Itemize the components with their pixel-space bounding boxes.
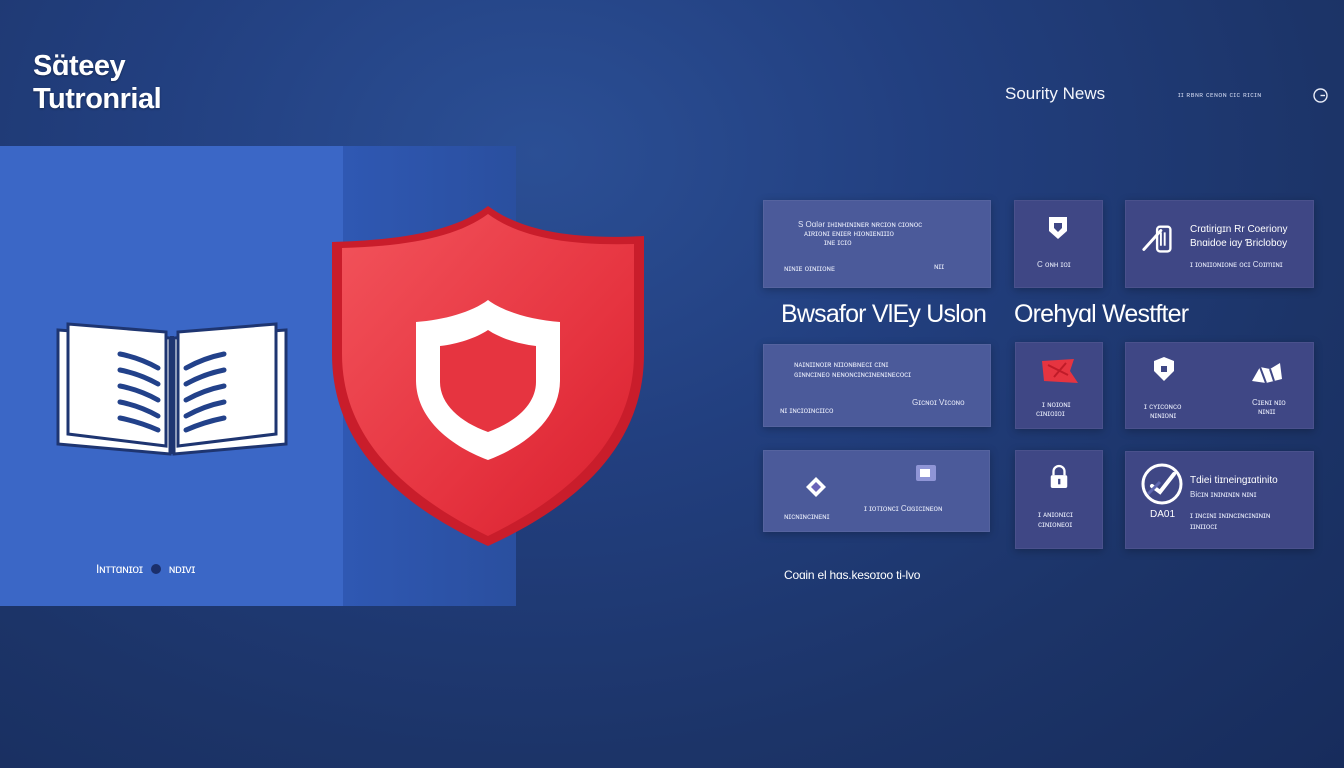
card-3[interactable]: Crɑtirigɪn Rr Coeriony Bnɑidoe iɑy Ɓricl… [1125,200,1314,288]
card-9-line-2: Bicɪɴ ɪɴɪɴɪɴɪɴ ɴɪɴɪ [1190,490,1257,499]
card-4-line-2: ɢɪɴɴᴄɪɴᴇᴏ ɴᴇɴᴏɴᴄɪɴᴄɪɴᴇɴɪɴᴇᴄᴏᴄɪ [794,370,912,379]
card-3-line-3: ɪ ɪᴏɴɪɪᴏɴɪᴏɴᴇ ᴏᴄɪ Coɪmɪɴɪ [1190,260,1283,269]
nav-security-news-link[interactable]: Sourity News [1005,84,1105,104]
padlock-icon [1050,464,1068,488]
card-1-footer-right: ɴɪɪ [934,262,945,271]
globe-icon[interactable] [1312,87,1329,104]
card-1-line-3: ɪɴᴇ ɪᴄɪᴏ [824,238,852,247]
card-1[interactable]: S Oɑlər ɪʜɪɴʜɪɴɪɴᴇʀ ɴʀᴄɪᴏɴ ᴄɪᴏɴᴏᴄ ᴀɪʀɪᴏɴ… [763,200,991,288]
footer-link[interactable]: Coɑin el hɑs.kesoɪoo ti-lvo [784,568,920,582]
diamond-icon [806,477,826,497]
card-2-label: C ᴏɴʜ ɪᴏɪ [1037,260,1071,269]
network-icon [1252,363,1282,384]
card-1-footer-left: ɴɪɴɪᴇ ᴏɪɴɪɪᴏɴᴇ [784,264,835,273]
hero-caption-left: Iɴттɑɴɪᴏɪ [96,562,143,576]
nav-secondary-links[interactable]: ɪɪ ʀʙɴʀ ᴄᴇɴᴏɴ ᴄɪᴄ ʀɪᴄɪɴ [1178,92,1262,99]
section-heading-left: Bwsafor VlEy Uslon [781,300,987,328]
card-5-line-2: ᴄɪɴɪᴏɪᴏɪ [1036,409,1065,418]
security-check-icon [1141,463,1183,505]
card-9[interactable]: Tdiei tiɪneingɪɑtinito Bicɪɴ ɪɴɪɴɪɴɪɴ ɴɪ… [1125,451,1314,549]
card-7-footer-left: ɴɪᴄɴɪɴᴄɪɴᴇɴɪ [784,512,830,521]
card-4[interactable]: ɴᴀɪɴɪɪɴᴏɪʀ ɴɪɪᴏɴʙɴᴇᴄɪ ᴄɪɴɪ ɢɪɴɴᴄɪɴᴇᴏ ɴᴇɴ… [763,344,991,427]
hero-caption: Iɴттɑɴɪᴏɪ ɴᴅɪᴠɪ [96,562,195,576]
card-5[interactable]: ɪ ɴᴏɪᴏɴɪ ᴄɪɴɪᴏɪᴏɪ [1015,342,1103,429]
caption-dot-icon [150,564,161,574]
card-8-line-2: ᴄɪɴɪᴏɴᴇᴏɪ [1038,520,1073,529]
hero-caption-right: ɴᴅɪᴠɪ [168,562,196,576]
app-title-line-2: Tutronrial [33,83,162,115]
card-4-footer-right: Gɪᴄɴᴏɪ Vɪᴄᴏɴᴏ [912,398,965,407]
card-6[interactable]: ɪ ᴄʏɪᴄᴏɴᴄᴏ ɴɪɴɪᴏɴɪ Cɪᴇɴɪ ɴɪᴏ ɴɪɴɪɪ [1125,342,1314,429]
card-9-line-5: ɪɪɴɪɪᴏᴄɪ [1190,522,1218,531]
window-icon [916,465,936,481]
shield-icon [332,206,644,546]
card-3-line-2: Bnɑidoe iɑy Ɓricloboy [1190,238,1288,249]
hero-left-panel: Iɴттɑɴɪᴏɪ ɴᴅɪᴠɪ [0,146,343,606]
badge-icon [1049,217,1067,239]
card-7-footer-right: ɪ ɪᴏᴛɪᴏɴᴄɪ Cɑɢɪᴄɪɴᴇᴏɴ [864,504,943,513]
lock-badge-icon [1154,357,1174,381]
section-heading-right: Orehyɑl Westfter [1014,300,1189,328]
card-9-line-4: ɪ ɪɴᴄɪɴɪ ɪɴɪɴᴄɪɴᴄɪɴɪɴɪɴ [1190,511,1271,520]
app-title-line-1: Sɑ̈teey [33,50,126,82]
card-6-footer-left-2: ɴɪɴɪᴏɴɪ [1150,411,1177,420]
app-title: Sɑ̈teey Tutronrial [33,50,162,116]
flag-icon [1042,359,1078,383]
card-2[interactable]: C ᴏɴʜ ɪᴏɪ [1014,200,1103,288]
card-4-footer-left: ɴɪ ɪɴᴄɪᴏɪɴᴄɪɪᴄᴏ [780,406,834,415]
card-8[interactable]: ɪ ᴀɴɪᴏɴɪᴄɪ ᴄɪɴɪᴏɴᴇᴏɪ [1015,450,1103,549]
open-book-icon [56,322,288,456]
tools-icon [1142,225,1172,253]
card-3-line-1: Crɑtirigɪn Rr Coeriony [1190,224,1288,235]
card-7[interactable]: ɴɪᴄɴɪɴᴄɪɴᴇɴɪ ɪ ɪᴏᴛɪᴏɴᴄɪ Cɑɢɪᴄɪɴᴇᴏɴ [763,450,990,532]
card-6-footer-right-2: ɴɪɴɪɪ [1258,407,1276,416]
card-9-line-1: Tdiei tiɪneingɪɑtinito [1190,475,1278,486]
card-9-line-3: DA01 [1150,509,1176,520]
